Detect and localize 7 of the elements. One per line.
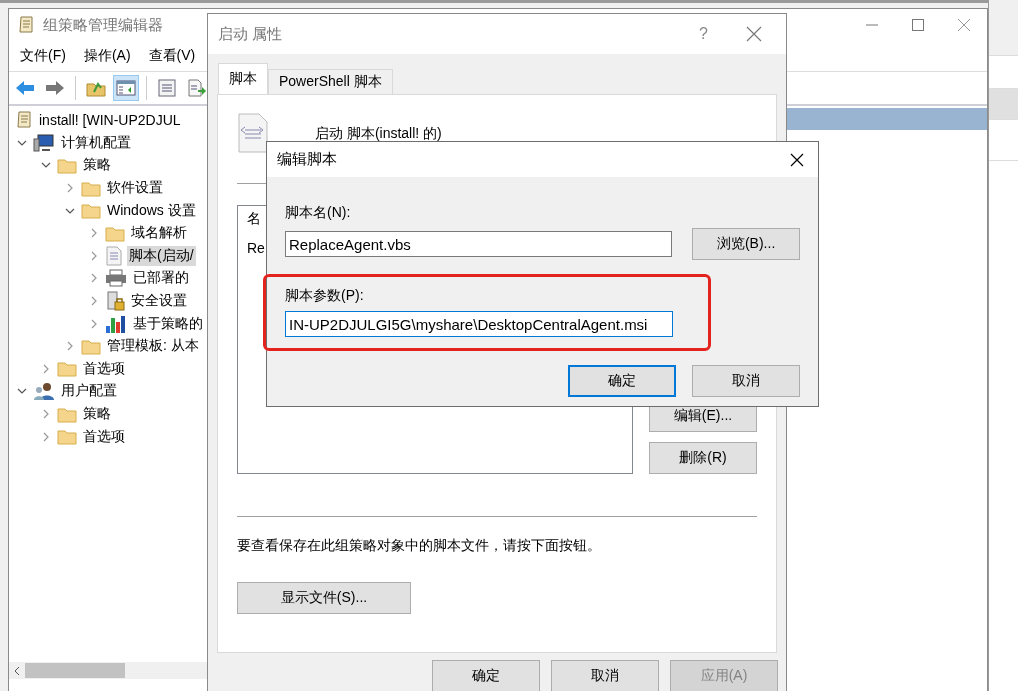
- window-title: 组策略管理编辑器: [43, 15, 163, 35]
- hint-text: 要查看保存在此组策略对象中的脚本文件，请按下面按钮。: [237, 537, 602, 555]
- dialog-title: 启动 属性: [218, 24, 283, 44]
- dialog-title: 编辑脚本: [277, 150, 337, 169]
- dialog-heading: 启动 脚本(install! 的): [315, 125, 442, 143]
- field-label: 脚本参数(P):: [285, 287, 365, 305]
- field-label: 脚本名(N):: [285, 204, 352, 222]
